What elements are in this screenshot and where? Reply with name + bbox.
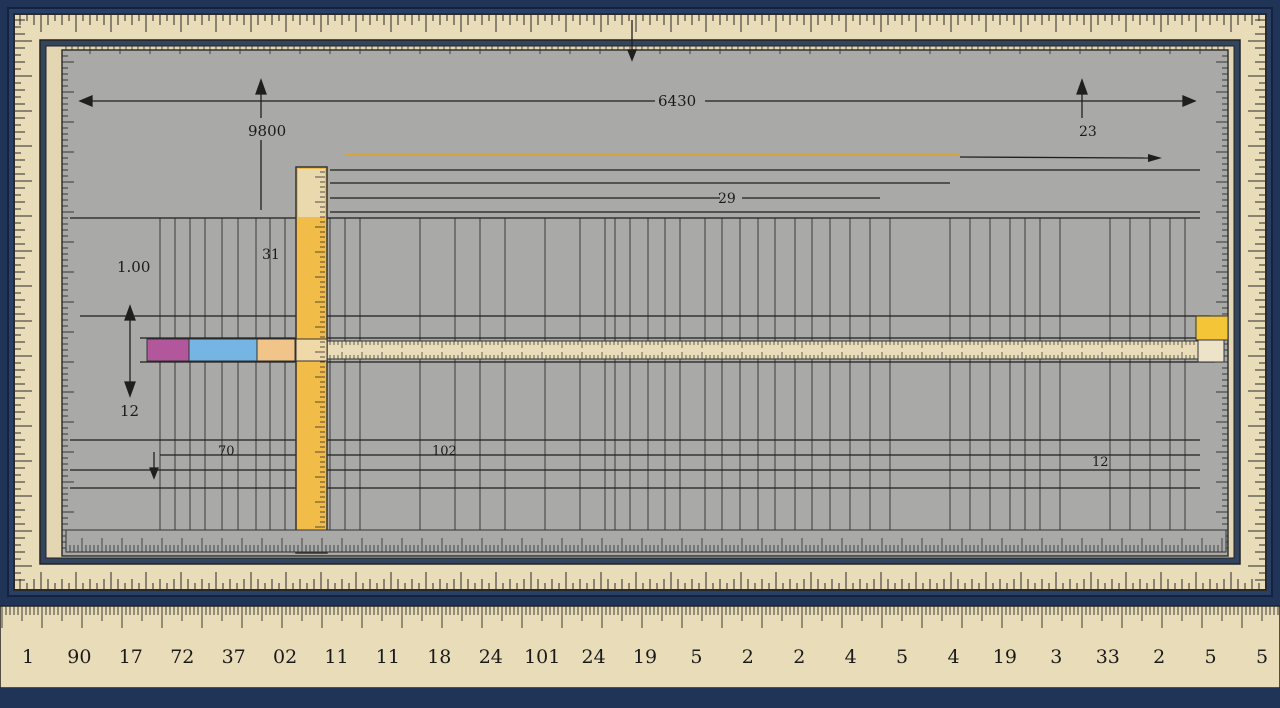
horizontal-ruler [325,340,1201,360]
bottom-scale-label: 11 [324,646,348,668]
swatch-blue [188,338,258,362]
bottom-scale-label: 101 [524,646,560,668]
bottom-scale-label: 19 [993,646,1017,668]
bottom-scale-label: 2 [793,646,805,668]
swatch-magenta [146,338,190,362]
ruler-end-cap [1197,339,1225,363]
label-right-dimension: 23 [1079,124,1097,140]
bottom-scale-label: 5 [1205,646,1217,668]
bottom-scale-label: 5 [1256,646,1268,668]
bottom-band [0,688,1280,704]
label-small-c: 12 [1092,455,1109,470]
bottom-scale-label: 11 [376,646,400,668]
bottom-scale-label: 2 [742,646,754,668]
label-small-b: 102 [432,444,457,459]
bottom-scale-label: 1 [22,646,34,668]
swatch-orange [256,338,296,362]
label-left-depth: 12 [120,402,139,420]
bottom-scale-label: 4 [845,646,857,668]
label-left-height: 1.00 [117,258,150,276]
bottom-scale-label: 2 [1153,646,1165,668]
drafting-diagram: 6430 9800 23 29 31 1.00 12 70 102 12 1 90… [0,0,1280,704]
label-top-dimension: 6430 [658,92,696,110]
label-small-a: 70 [218,444,235,459]
bottom-scale-label: 18 [427,646,451,668]
yellow-marker [1195,315,1229,341]
bottom-scale-label: 24 [582,646,606,668]
bottom-scale-label: 72 [170,646,194,668]
label-inner-dimension: 31 [262,247,280,263]
bottom-scale-label: 5 [690,646,702,668]
label-middle-dimension: 29 [718,191,736,207]
bottom-scale-label: 02 [273,646,297,668]
bottom-scale-label: 5 [896,646,908,668]
diagram-canvas: 6430 9800 23 29 31 1.00 12 70 102 12 1 90… [0,0,1280,704]
gray-panel [61,49,1229,557]
bottom-scale-label: 3 [1050,646,1062,668]
label-left-dimension: 9800 [248,122,286,140]
vertical-ruler-cap [298,169,325,217]
bottom-scale-label: 33 [1096,646,1120,668]
bottom-scale-label: 19 [633,646,657,668]
bottom-scale-label: 90 [67,646,91,668]
bottom-scale-label: 17 [119,646,143,668]
bottom-scale-label: 24 [479,646,503,668]
bottom-scale-label: 4 [947,646,959,668]
bottom-scale-label: 37 [222,646,246,668]
